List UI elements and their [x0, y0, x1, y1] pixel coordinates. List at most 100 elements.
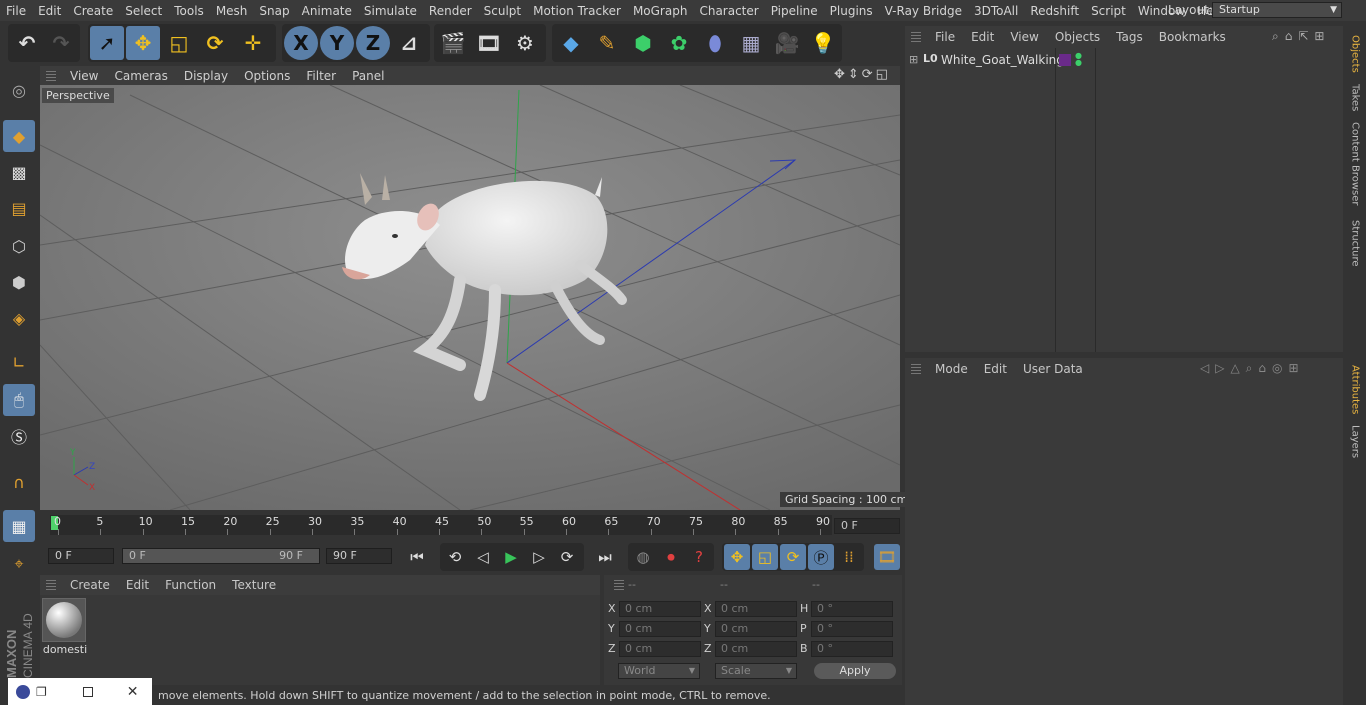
tab-attributes[interactable]: Attributes	[1346, 360, 1364, 420]
menu-edit[interactable]: Edit	[32, 4, 67, 18]
redo-icon[interactable]: ↷	[44, 26, 78, 60]
material-menu-function[interactable]: Function	[157, 578, 224, 592]
expand-icon[interactable]: ⊞	[909, 53, 918, 66]
y-axis-lock-button[interactable]: Y	[320, 26, 354, 60]
menu-create[interactable]: Create	[67, 4, 119, 18]
go-to-start-icon[interactable]: ⏮	[404, 544, 430, 570]
object-menu-tags[interactable]: Tags	[1108, 30, 1151, 44]
render-view-icon[interactable]: 🎬	[436, 26, 470, 60]
min-frame-field[interactable]: 0 F	[48, 548, 114, 564]
scale-icon[interactable]: ◱	[162, 26, 196, 60]
move-icon[interactable]: ✥	[126, 26, 160, 60]
menu-snap[interactable]: Snap	[253, 4, 295, 18]
viewport-menu-view[interactable]: View	[62, 69, 106, 83]
viewport-menu-panel[interactable]: Panel	[344, 69, 392, 83]
edges-mode-icon[interactable]: ⬢	[3, 266, 35, 298]
coordinate-system-icon[interactable]: ⊿	[392, 26, 426, 60]
previous-frame-icon[interactable]: ◁	[470, 544, 496, 570]
menu-sculpt[interactable]: Sculpt	[478, 4, 527, 18]
deformer-icon[interactable]: ⬮	[698, 26, 732, 60]
key-rotation-icon[interactable]: ⟳	[780, 544, 806, 570]
menu-tools[interactable]: Tools	[168, 4, 210, 18]
coord-value-field[interactable]: 0 °	[811, 621, 893, 637]
menu-character[interactable]: Character	[693, 4, 764, 18]
texture-mode-icon[interactable]: ▩	[3, 156, 35, 188]
object-menu-edit[interactable]: Edit	[963, 30, 1002, 44]
timeline-ruler[interactable]: 0 5 10 15 20 25 30 35 40 45 50 55 60 65 70 75 80 85 90	[40, 512, 900, 542]
layer-color-swatch[interactable]	[1059, 54, 1071, 66]
menu-3dtoall[interactable]: 3DToAll	[968, 4, 1024, 18]
rotate-icon[interactable]: ⟳	[198, 26, 232, 60]
material-menu-edit[interactable]: Edit	[118, 578, 157, 592]
snap-settings-icon[interactable]: ⌖	[3, 548, 35, 580]
go-to-end-icon[interactable]: ⏭	[592, 544, 618, 570]
max-frame-field[interactable]: 90 F	[326, 548, 392, 564]
render-picture-viewer-icon[interactable]: 🎞	[472, 26, 506, 60]
timeline-window-icon[interactable]: 🎞	[874, 544, 900, 570]
object-manager-tools[interactable]: ⌕⌂⇱⊞	[1272, 29, 1330, 44]
render-settings-icon[interactable]: ⚙	[508, 26, 542, 60]
menu-select[interactable]: Select	[119, 4, 168, 18]
menu-file[interactable]: File	[0, 4, 32, 18]
viewport-menu-cameras[interactable]: Cameras	[106, 69, 175, 83]
frame-range-slider[interactable]: 0 F 90 F	[122, 548, 320, 564]
attribute-menu-user-data[interactable]: User Data	[1015, 362, 1091, 376]
menu-mesh[interactable]: Mesh	[210, 4, 254, 18]
viewport-menu-display[interactable]: Display	[176, 69, 236, 83]
model-mode-icon[interactable]: ◆	[3, 120, 35, 152]
cinema4d-app-icon[interactable]	[16, 684, 30, 699]
record-keys-icon[interactable]: ◍	[630, 544, 656, 570]
attribute-manager-tools[interactable]: ◁▷△⌕⌂◎⊞	[1200, 361, 1305, 376]
next-frame-icon[interactable]: ▷	[526, 544, 552, 570]
object-menu-view[interactable]: View	[1002, 30, 1046, 44]
viewport-menu-filter[interactable]: Filter	[298, 69, 344, 83]
menu-motion-tracker[interactable]: Motion Tracker	[527, 4, 627, 18]
tab-objects[interactable]: Objects	[1346, 30, 1364, 78]
workplane-icon[interactable]: ▤	[3, 192, 35, 224]
last-tool-icon[interactable]: ✛	[236, 26, 270, 60]
object-menu-bookmarks[interactable]: Bookmarks	[1151, 30, 1234, 44]
tab-takes[interactable]: Takes	[1346, 82, 1364, 114]
material-menu-create[interactable]: Create	[62, 578, 118, 592]
menu-simulate[interactable]: Simulate	[358, 4, 423, 18]
material-menu-texture[interactable]: Texture	[224, 578, 284, 592]
coord-value-field[interactable]: 0 cm	[619, 641, 701, 657]
tab-layers[interactable]: Layers	[1346, 424, 1364, 460]
material-swatch[interactable]	[42, 598, 86, 642]
keyframe-selection-icon[interactable]: ?	[686, 544, 712, 570]
points-mode-icon[interactable]: ⬡	[3, 230, 35, 262]
menu-script[interactable]: Script	[1085, 4, 1132, 18]
visibility-dots-icon[interactable]: ● ●	[1075, 52, 1082, 67]
x-axis-lock-button[interactable]: X	[284, 26, 318, 60]
material-name[interactable]: domesti	[42, 643, 88, 656]
menu-mograph[interactable]: MoGraph	[627, 4, 694, 18]
key-scale-icon[interactable]: ◱	[752, 544, 778, 570]
attribute-menu-mode[interactable]: Mode	[927, 362, 976, 376]
current-frame-field[interactable]: 0 F	[834, 518, 900, 534]
coord-value-field[interactable]: 0 °	[811, 601, 893, 617]
maximize-icon[interactable]	[82, 686, 93, 697]
cloner-icon[interactable]: ✿	[662, 26, 696, 60]
size-mode-select[interactable]: Scale ▼	[715, 663, 797, 679]
camera-icon[interactable]: 🎥	[770, 26, 804, 60]
object-row[interactable]: ⊞ L0 White_Goat_Walking ● ●	[905, 52, 1343, 68]
object-name[interactable]: White_Goat_Walking	[941, 53, 1064, 67]
tweak-mode-icon[interactable]: 🖱	[3, 384, 35, 416]
polygons-mode-icon[interactable]: ◈	[3, 302, 35, 334]
attribute-menu-edit[interactable]: Edit	[976, 362, 1015, 376]
cube-icon[interactable]: ◆	[554, 26, 588, 60]
coord-value-field[interactable]: 0 cm	[715, 601, 797, 617]
coord-value-field[interactable]: 0 °	[811, 641, 893, 657]
snap-magnet-icon[interactable]: ∩	[3, 466, 35, 498]
subdivision-icon[interactable]: ⬢	[626, 26, 660, 60]
workplane-lock-icon[interactable]: ▦	[3, 510, 35, 542]
axis-mode-icon[interactable]: ∟	[3, 346, 35, 378]
coord-value-field[interactable]: 0 cm	[715, 621, 797, 637]
key-pla-icon[interactable]: ⁞⁞	[836, 544, 862, 570]
object-menu-objects[interactable]: Objects	[1047, 30, 1108, 44]
coord-value-field[interactable]: 0 cm	[715, 641, 797, 657]
apply-button[interactable]: Apply	[814, 663, 896, 679]
tab-structure[interactable]: Structure	[1346, 218, 1364, 268]
close-icon[interactable]: ✕	[127, 684, 139, 700]
coord-value-field[interactable]: 0 cm	[619, 621, 701, 637]
